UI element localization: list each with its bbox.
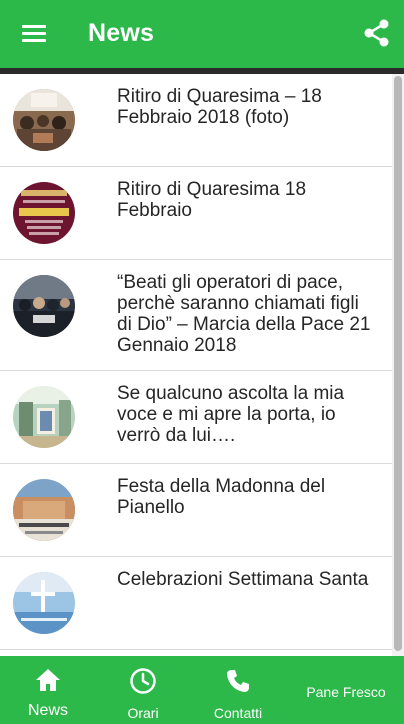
news-title: Celebrazioni Settimana Santa (117, 569, 369, 590)
news-thumbnail (13, 386, 75, 448)
clock-icon (130, 668, 156, 694)
bottom-navigation: News Orari Contatti Pane Fresco (0, 656, 404, 724)
news-thumbnail (13, 479, 75, 541)
news-thumbnail (13, 89, 75, 151)
scrollbar-thumb[interactable] (394, 76, 402, 651)
page-title: News (88, 19, 155, 47)
news-item[interactable]: Ritiro di Quaresima 18 Febbraio (0, 167, 392, 260)
nav-orari-label: Orari (127, 705, 159, 721)
nav-pane-fresco-label: Pane Fresco (306, 684, 386, 700)
nav-pane-fresco[interactable]: Pane Fresco (296, 656, 396, 724)
news-item[interactable]: Festa della Madonna del Pianello (0, 464, 392, 557)
news-thumbnail (13, 275, 75, 337)
news-title: “Beati gli operatori di pace, perchè sar… (117, 272, 371, 356)
news-item[interactable]: Ritiro di Quaresima – 18 Febbraio 2018 (… (0, 74, 392, 167)
nav-news[interactable]: News (8, 656, 88, 724)
news-thumbnail (13, 182, 75, 244)
news-title: Ritiro di Quaresima 18 Febbraio (117, 179, 307, 221)
news-title: Ritiro di Quaresima – 18 Febbraio 2018 (… (117, 86, 322, 128)
news-item[interactable]: Celebrazioni Settimana Santa (0, 557, 392, 650)
news-thumbnail (13, 572, 75, 634)
nav-orari[interactable]: Orari (104, 656, 182, 724)
news-title: Se qualcuno ascolta la mia voce e mi apr… (117, 383, 345, 446)
news-item[interactable]: Se qualcuno ascolta la mia voce e mi apr… (0, 371, 392, 464)
app-bar: News (0, 0, 404, 68)
phone-icon (227, 670, 249, 692)
scrollbar[interactable] (392, 74, 404, 656)
nav-news-label: News (27, 702, 68, 719)
news-list[interactable]: Ritiro di Quaresima – 18 Febbraio 2018 (… (0, 74, 392, 656)
hamburger-menu-icon[interactable] (22, 22, 48, 44)
home-icon (36, 669, 60, 691)
share-icon[interactable] (362, 18, 392, 48)
news-title: Festa della Madonna del Pianello (117, 476, 326, 518)
nav-contatti-label: Contatti (213, 705, 263, 721)
nav-contatti[interactable]: Contatti (198, 656, 278, 724)
news-item[interactable]: “Beati gli operatori di pace, perchè sar… (0, 260, 392, 371)
